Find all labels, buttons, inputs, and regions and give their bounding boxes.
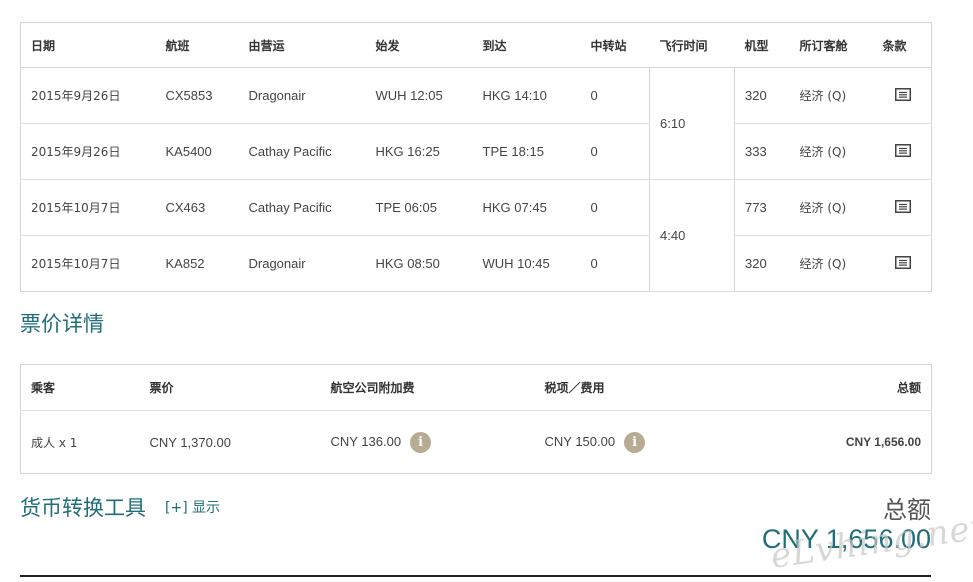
- fare-total: CNY 1,656.00: [845, 435, 921, 449]
- header-terms: 条款: [872, 22, 932, 68]
- header-aircraft: 机型: [734, 22, 790, 68]
- watermark: eLvhing.net: [768, 507, 973, 577]
- flight-number-link[interactable]: CX5853: [155, 67, 239, 124]
- flight-operator: Cathay Pacific: [238, 179, 366, 236]
- flight-date: 2015年9月26日: [20, 67, 156, 124]
- flight-operator: Dragonair: [248, 256, 306, 271]
- info-icon[interactable]: i: [624, 431, 646, 453]
- flight-depart: HKG 08:50: [375, 256, 440, 271]
- flight-date: 2015年10月7日: [31, 257, 121, 271]
- flight-stops-link[interactable]: 0: [580, 67, 650, 124]
- flight-number-link[interactable]: CX463: [155, 179, 239, 236]
- base-fare: CNY 1,370.00: [149, 434, 231, 450]
- flight-row: 2015年10月7日 KA852 Dragonair HKG 08:50 WUH…: [21, 236, 932, 292]
- flight-itinerary-table: 日期 航班 由营运 始发 到达 中转站 飞行时间 机型 所订客舱 条款 2015…: [20, 22, 932, 292]
- flight-table-header: 日期 航班 由营运 始发 到达 中转站 飞行时间 机型 所订客舱 条款: [20, 22, 932, 68]
- surcharge-amount: CNY 136.00: [330, 433, 402, 449]
- taxes-amount: CNY 150.00: [544, 433, 616, 449]
- fare-breakdown-table: 乘客 票价 航空公司附加费 税项／费用 总额 成人 x 1 CNY 1,370.…: [20, 364, 932, 474]
- header-depart: 始发: [365, 22, 473, 68]
- flight-row: 2015年9月26日 KA5400 Cathay Pacific HKG 16:…: [20, 123, 932, 180]
- passenger-type: 成人 x 1: [31, 435, 78, 450]
- header-fare: 票价: [139, 364, 321, 411]
- surcharge-cell: CNY 136.00 i: [321, 411, 535, 474]
- flight-operator: Dragonair: [238, 67, 366, 124]
- header-cabin: 所订客舱: [789, 22, 873, 68]
- fare-rules-icon[interactable]: [894, 199, 911, 216]
- fare-rules-icon[interactable]: [894, 255, 911, 272]
- terms-cell: [872, 179, 932, 236]
- header-taxes: 税项／费用: [534, 364, 738, 411]
- flight-cabin: 经济 (Q): [789, 179, 873, 236]
- flight-stops-link[interactable]: 0: [580, 123, 650, 180]
- flight-arrive: WUH 10:45: [482, 256, 550, 271]
- section-divider: [20, 575, 931, 577]
- fare-rules-icon[interactable]: [894, 143, 911, 160]
- info-icon[interactable]: i: [410, 431, 432, 453]
- header-total: 总额: [737, 364, 932, 411]
- terms-cell: [872, 123, 932, 180]
- aircraft-link[interactable]: 773: [734, 179, 790, 236]
- currency-converter-title: 货币转换工具: [20, 496, 146, 520]
- aircraft-link[interactable]: 333: [734, 123, 790, 180]
- header-operator: 由营运: [238, 22, 366, 68]
- aircraft-link[interactable]: 320: [735, 236, 790, 292]
- fare-row: 成人 x 1 CNY 1,370.00 CNY 136.00 i CNY 150.…: [21, 411, 932, 474]
- flight-date: 2015年9月26日: [20, 123, 156, 180]
- flight-cabin: 经济 (Q): [789, 123, 873, 180]
- header-passenger: 乘客: [20, 364, 140, 411]
- currency-converter-toggle[interactable]: [+] 显示: [165, 497, 220, 517]
- aircraft-link[interactable]: 320: [734, 67, 790, 124]
- header-stops: 中转站: [580, 22, 650, 68]
- header-arrive: 到达: [472, 22, 581, 68]
- flight-stops-link[interactable]: 0: [581, 236, 650, 292]
- flight-cabin: 经济 (Q): [789, 67, 873, 124]
- flight-depart: HKG 16:25: [365, 123, 473, 180]
- flight-arrive: HKG 07:45: [472, 179, 581, 236]
- fare-table-header: 乘客 票价 航空公司附加费 税项／费用 总额: [20, 364, 932, 411]
- flight-row: 2015年10月7日 CX463 Cathay Pacific TPE 06:0…: [20, 179, 932, 292]
- fare-details-title: 票价详情: [20, 312, 104, 336]
- flight-date: 2015年10月7日: [20, 179, 156, 236]
- taxes-cell: CNY 150.00 i: [535, 411, 738, 474]
- header-flight: 航班: [155, 22, 239, 68]
- flight-arrive: HKG 14:10: [472, 67, 581, 124]
- flight-duration: 4:40: [649, 179, 735, 292]
- flight-depart: WUH 12:05: [365, 67, 473, 124]
- flight-arrive: TPE 18:15: [472, 123, 581, 180]
- header-date: 日期: [20, 22, 156, 68]
- flight-duration: 6:10: [649, 67, 735, 180]
- header-duration: 飞行时间: [649, 22, 735, 68]
- flight-row: 2015年9月26日 CX5853 Dragonair WUH 12:05 HK…: [20, 67, 932, 180]
- flight-depart: TPE 06:05: [365, 179, 473, 236]
- terms-cell: [873, 236, 932, 292]
- terms-cell: [872, 67, 932, 124]
- flight-cabin: 经济 (Q): [799, 257, 847, 271]
- fare-rules-icon[interactable]: [894, 87, 911, 104]
- flight-operator: Cathay Pacific: [238, 123, 366, 180]
- flight-number-link[interactable]: KA852: [156, 236, 239, 292]
- header-surcharge: 航空公司附加费: [320, 364, 535, 411]
- flight-stops-link[interactable]: 0: [580, 179, 650, 236]
- flight-number-link[interactable]: KA5400: [155, 123, 239, 180]
